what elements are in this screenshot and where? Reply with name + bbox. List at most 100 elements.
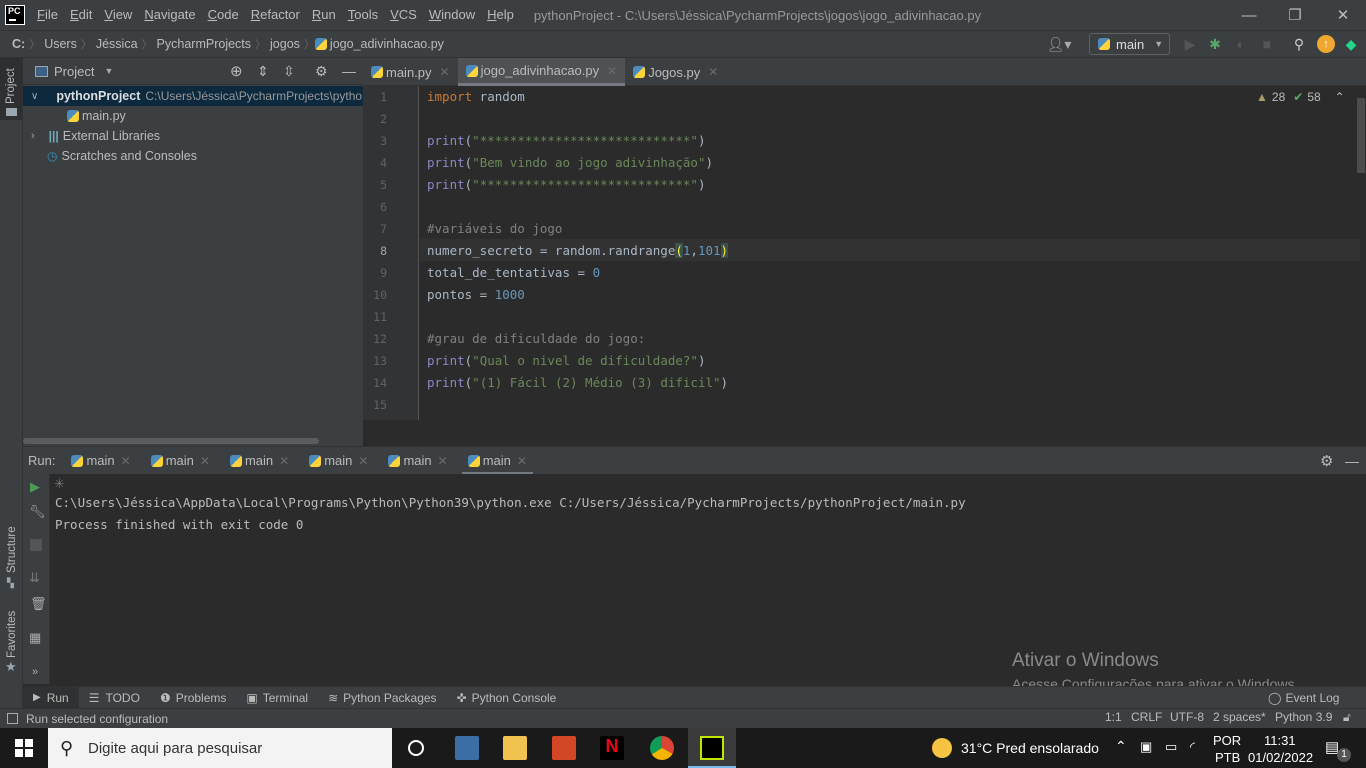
tree-item-external-libraries[interactable]: › ||| External Libraries (23, 126, 363, 146)
breadcrumb-users[interactable]: Users (40, 37, 81, 51)
tab-jogos-py[interactable]: Jogos.py ✕ (625, 58, 726, 86)
menu-file[interactable]: File (31, 0, 64, 30)
stop-icon[interactable]: ■ (1258, 35, 1276, 53)
chevron-down-icon[interactable]: ▼ (104, 66, 113, 76)
project-view-label[interactable]: Project (54, 64, 94, 79)
run-console[interactable]: ✳ C:\Users\Jéssica\AppData\Local\Program… (50, 474, 1366, 684)
wifi-icon[interactable]: ◜ (1190, 739, 1195, 755)
camera-icon[interactable]: ▣ (1140, 739, 1152, 755)
vcs-user-icon[interactable]: 👤︎▾ (1046, 35, 1072, 53)
menu-edit[interactable]: Edit (64, 0, 98, 30)
netflix-icon[interactable]: N (600, 736, 624, 760)
gear-icon[interactable]: ⚙ (315, 63, 328, 80)
project-stripe-button[interactable]: Project (0, 58, 22, 120)
taskbar-search-input[interactable]: ⚲ Digite aqui para pesquisar (48, 728, 392, 768)
tool-tab-todo[interactable]: ☰ TODO (79, 687, 150, 709)
breadcrumb-file[interactable]: jogo_adivinhacao.py (330, 37, 448, 51)
run-tab-main[interactable]: main ✕ (220, 447, 299, 475)
menu-vcs[interactable]: VCS (384, 0, 423, 30)
close-tab-icon[interactable]: ✕ (279, 454, 289, 468)
update-icon[interactable]: ↑ (1317, 35, 1335, 53)
close-tab-icon[interactable]: ✕ (440, 65, 450, 79)
close-tab-icon[interactable]: ✕ (358, 454, 368, 468)
menu-code[interactable]: Code (202, 0, 245, 30)
menu-navigate[interactable]: Navigate (138, 0, 201, 30)
close-tab-icon[interactable]: ✕ (517, 454, 527, 468)
layout-icon[interactable]: ▦ (29, 630, 41, 646)
language-bottom[interactable]: PTB (1215, 750, 1240, 765)
collapse-all-icon[interactable]: ⇳ (283, 63, 295, 80)
pycharm-taskbar-button[interactable] (688, 728, 736, 768)
close-button[interactable]: ✕ (1320, 0, 1366, 30)
powerpoint-icon[interactable] (552, 736, 576, 760)
run-tab-main-active[interactable]: main ✕ (458, 447, 537, 475)
windows-start-icon[interactable] (15, 739, 33, 757)
chevron-down-icon[interactable]: ∨ (31, 91, 38, 102)
close-tab-icon[interactable]: ✕ (607, 64, 617, 78)
menu-window[interactable]: Window (423, 0, 481, 30)
battery-icon[interactable]: ▭ (1165, 739, 1177, 755)
indent-setting[interactable]: 2 spaces* (1213, 710, 1266, 724)
vertical-scrollbar[interactable] (1357, 98, 1365, 173)
weather-icon[interactable] (932, 738, 952, 758)
menu-run[interactable]: Run (306, 0, 342, 30)
tool-tab-python-console[interactable]: ✜ Python Console (447, 687, 567, 709)
close-tab-icon[interactable]: ✕ (708, 65, 718, 79)
file-encoding[interactable]: UTF-8 (1170, 710, 1204, 724)
tool-tab-problems[interactable]: ❶ Problems (150, 687, 236, 709)
menu-view[interactable]: View (98, 0, 138, 30)
menu-refactor[interactable]: Refactor (245, 0, 306, 30)
debug-bug-icon[interactable]: ✱ (1206, 35, 1224, 53)
lock-icon[interactable]: 🔓︎ (1343, 710, 1351, 725)
clock-date[interactable]: 01/02/2022 (1248, 750, 1313, 765)
caret-position[interactable]: 1:1 (1105, 710, 1122, 724)
run-configuration-dropdown[interactable]: main ▼ (1089, 33, 1170, 55)
inspection-widget[interactable]: ▲ 28 ✔ 58 ⌃ ⌄ (1256, 90, 1366, 104)
run-icon[interactable]: ▶ (1181, 35, 1199, 53)
scroll-to-end-icon[interactable]: ⇊ (29, 570, 40, 586)
expand-all-icon[interactable]: ⇕ (257, 63, 269, 80)
line-separator[interactable]: CRLF (1131, 710, 1162, 724)
chrome-icon[interactable] (650, 736, 674, 760)
show-hidden-icons[interactable]: ⌃ (1115, 738, 1127, 755)
minimize-button[interactable]: — (1226, 0, 1272, 30)
clock-time[interactable]: 11:31 (1264, 733, 1296, 748)
tool-tab-python-packages[interactable]: ≋ Python Packages (318, 687, 446, 709)
tab-jogo-adivinhacao-py[interactable]: jogo_adivinhacao.py ✕ (457, 58, 626, 86)
language-top[interactable]: POR (1213, 733, 1241, 748)
tool-tab-run[interactable]: ▶ Run (23, 686, 79, 709)
tab-main-py[interactable]: main.py ✕ (363, 58, 458, 86)
event-log-button[interactable]: ◯ Event Log (1268, 691, 1339, 705)
breadcrumb-jogos[interactable]: jogos (266, 37, 304, 51)
gear-icon[interactable]: ⚙ (1320, 452, 1333, 470)
close-tab-icon[interactable]: ✕ (200, 454, 210, 468)
tree-item-scratches[interactable]: ◷ Scratches and Consoles (23, 146, 363, 166)
breadcrumb-user[interactable]: Jéssica (92, 37, 142, 51)
search-icon[interactable]: ⚲ (1290, 35, 1308, 53)
breadcrumb-pycharmprojects[interactable]: PycharmProjects (153, 37, 255, 51)
hide-panel-icon[interactable]: — (342, 63, 356, 79)
calculator-icon[interactable] (455, 736, 479, 760)
file-explorer-icon[interactable] (503, 736, 527, 760)
trash-icon[interactable]: 🗑︎ (30, 596, 47, 612)
chevron-right-icon[interactable]: › (31, 130, 35, 142)
code-editor[interactable]: 1 2 3 4 5 6 7 8 9 10 11 12 13 14 15 import random prin… (363, 86, 1366, 420)
menu-help[interactable]: Help (481, 0, 520, 30)
code-with-me-icon[interactable]: ◆ (1342, 35, 1360, 53)
coverage-icon[interactable]: ◐ (1232, 35, 1250, 53)
stop-icon[interactable] (30, 539, 42, 551)
menu-tools[interactable]: Tools (342, 0, 384, 30)
tree-item-pythonproject[interactable]: ∨ pythonProject C:\Users\Jéssica\Pycharm… (23, 86, 406, 106)
restore-button[interactable]: ❐ (1272, 0, 1318, 30)
tree-item-main-py[interactable]: main.py (23, 106, 363, 126)
favorites-stripe-button[interactable]: Favorites (6, 611, 18, 658)
previous-highlight-icon[interactable]: ⌃ (1335, 90, 1345, 104)
rerun-icon[interactable]: ▶ (30, 479, 40, 495)
run-tab-main[interactable]: main ✕ (378, 447, 457, 475)
cortana-icon[interactable] (408, 740, 424, 756)
locate-file-icon[interactable]: ⊕ (230, 62, 243, 80)
tool-windows-toggle-icon[interactable] (7, 713, 18, 724)
run-tab-main[interactable]: main ✕ (141, 447, 220, 475)
breadcrumb-drive[interactable]: C: (8, 37, 29, 51)
run-tab-main[interactable]: main ✕ (299, 447, 378, 475)
